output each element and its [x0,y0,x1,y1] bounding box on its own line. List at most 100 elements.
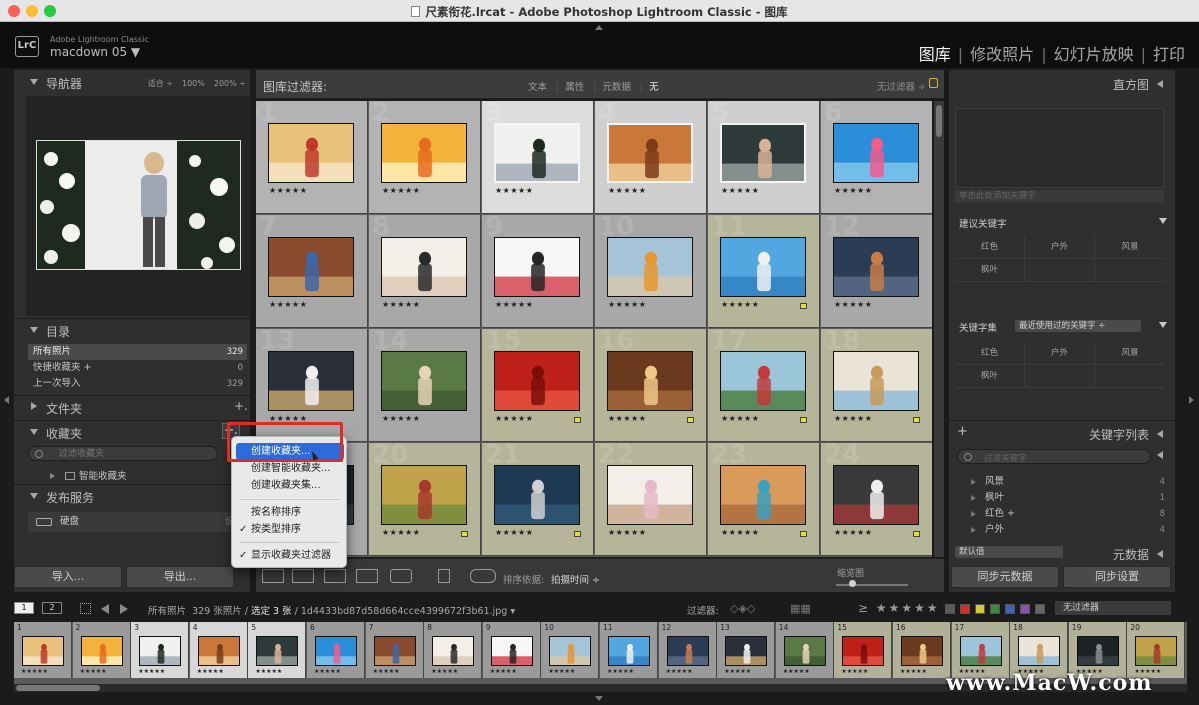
compare-view-icon[interactable] [324,569,346,583]
rating-stars[interactable]: ★★★★★ [834,186,872,195]
module-library[interactable]: 图库 [919,45,951,64]
metadata-header[interactable]: 元数据 [949,542,1175,564]
grid-cell[interactable]: 6 ★★★★★ [821,101,932,214]
filmstrip-thumbnail[interactable] [901,636,943,666]
sync-metadata-button[interactable]: 同步元数据 [951,566,1059,588]
grid-thumbnail[interactable] [268,123,354,183]
color-label-badge[interactable] [574,531,581,537]
keyword-set-word[interactable]: 户外 [1025,342,1095,365]
rating-stars[interactable]: ★★★★★ [382,300,420,309]
keyword-list-header[interactable]: + 关键字列表 [949,422,1175,444]
filmstrip-thumbnail[interactable] [315,636,357,666]
filmstrip-thumbnail[interactable] [725,636,768,666]
grid-thumbnail[interactable] [720,123,806,183]
rating-filter[interactable]: ≥ ★★★★★ [858,601,940,615]
color-label-filter-none[interactable] [945,604,955,614]
forward-arrow-icon[interactable] [120,604,128,614]
color-label-badge[interactable] [800,531,807,537]
grid-cell[interactable]: 23 ★★★★★ [708,440,820,556]
filmstrip-cell[interactable]: 5 ★★★★★ [248,622,307,678]
filmstrip-cell[interactable]: 1 ★★★★★ [14,622,72,678]
filmstrip-cell[interactable]: 6 ★★★★★ [307,622,365,678]
keyword-set-word[interactable]: 红色 [955,342,1025,365]
grid-cell[interactable]: 21 ★★★★★ [482,440,594,556]
filmstrip-thumbnail[interactable] [842,636,885,666]
filmstrip-cell[interactable]: 4 ★★★★★ [189,622,248,678]
navigator-preview[interactable] [26,96,251,316]
sort-select[interactable]: 拍摄时间 ÷ [551,572,600,586]
grid-thumbnail[interactable] [494,123,580,183]
grid-cell[interactable]: 12 ★★★★★ [821,212,932,328]
rating-stars[interactable]: ★★★★★ [721,186,759,195]
filmstrip-thumbnail[interactable] [373,636,416,666]
filmstrip-cell[interactable]: 14 ★★★★★ [775,622,834,678]
color-label-badge[interactable] [913,417,920,423]
keyword-filter-toggle-icon[interactable] [1157,451,1163,459]
keyword-set-word[interactable]: 枫叶 [955,365,1025,388]
grid-cell[interactable]: 5 ★★★★★ [708,101,820,214]
grid-thumbnail[interactable] [494,351,580,411]
rating-stars[interactable]: ★★★★★ [834,528,872,537]
grid-thumbnail[interactable] [607,465,693,525]
grid-cell[interactable]: 9 ★★★★★ [482,212,594,328]
rating-stars[interactable]: ★★★★★ [382,528,420,537]
module-print[interactable]: 打印 [1153,45,1185,64]
keyword-filter[interactable]: 过滤关键字 [957,449,1151,464]
filter-preset-select[interactable]: 无过滤器 ÷ [877,79,926,93]
rating-stars[interactable]: ★★★★★ [495,414,533,423]
grid-cell[interactable]: 16 ★★★★★ [595,326,707,442]
filmstrip-thumbnail[interactable] [139,636,182,666]
keyword-list-item[interactable]: 户外 4 [971,522,1167,538]
back-arrow-icon[interactable] [101,604,109,614]
people-view-icon[interactable] [390,569,412,583]
rating-stars[interactable]: ★★★★★ [495,528,533,537]
grid-cell[interactable]: 3 ★★★★★ [482,101,594,214]
grid-thumbnail[interactable] [607,237,693,297]
rating-stars[interactable]: ★★★★★ [382,186,420,195]
filmstrip-cell[interactable]: 3 ★★★★★ [131,622,190,678]
filmstrip-cell[interactable]: 15 ★★★★★ [834,622,893,678]
grid-thumbnail[interactable] [607,123,693,183]
grid-cell[interactable]: 17 ★★★★★ [708,326,820,442]
grid-cell[interactable]: 4 ★★★★★ [595,101,707,214]
grid-mode-icon[interactable] [80,603,91,614]
rating-stars[interactable]: ★★★★★ [269,300,307,309]
rating-stars[interactable]: ★★★★★ [495,300,533,309]
filter-tab-attribute[interactable]: 属性 [565,82,584,93]
keyword-set-word[interactable]: 风景 [1095,342,1165,365]
module-develop[interactable]: 修改照片 [970,45,1034,64]
grid-thumbnail[interactable] [833,465,919,525]
spray-painter-icon[interactable] [438,569,450,583]
identity-user-menu[interactable]: macdown 05 ▼ [50,45,140,59]
rating-stars[interactable]: ★★★★★ [721,300,759,309]
keyword-list-item[interactable]: 枫叶 1 [971,490,1167,506]
grid-view-icon[interactable] [262,569,284,583]
keyword-list-item[interactable]: 风景 4 [971,474,1167,490]
filmstrip-thumbnail[interactable] [197,636,240,666]
menu-sort-by-kind[interactable]: ✓ 按类型排序 [236,521,344,538]
filmstrip-thumbnail[interactable] [666,636,709,666]
filmstrip-thumbnail[interactable] [80,636,123,666]
grid-thumbnail[interactable] [607,351,693,411]
filmstrip-thumbnail[interactable] [608,636,650,666]
rating-stars[interactable]: ★★★★★ [608,414,646,423]
rating-stars[interactable]: ★★★★★ [608,300,646,309]
suggested-keyword[interactable]: 户外 [1025,236,1095,259]
menu-show-collection-filter[interactable]: ✓ 显示收藏夹过滤器 [236,547,344,564]
keyword-list-add-button[interactable]: + [957,424,968,439]
grid-cell[interactable]: 10 ★★★★★ [595,212,707,328]
catalog-quick-collection[interactable]: 快捷收藏夹 + 0 [28,360,247,376]
keyword-tag-input[interactable]: 单击此处添加关键字 [955,190,1164,203]
grid-thumbnail[interactable] [720,351,806,411]
rating-stars[interactable]: ★★★★★ [721,414,759,423]
color-label-filter-red[interactable] [960,604,970,614]
histogram-header[interactable]: 直方图 [949,72,1175,94]
zoom-200-option[interactable]: 200% ÷ [214,79,246,88]
grid-thumbnail[interactable] [268,237,354,297]
grid-cell[interactable]: 24 ★★★★★ [821,440,932,556]
rating-stars[interactable]: ★★★★★ [834,414,872,423]
grid-cell[interactable]: 15 ★★★★★ [482,326,594,442]
menu-create-smart-collection[interactable]: 创建智能收藏夹... [236,460,344,477]
color-label-filter-blue[interactable] [1005,604,1015,614]
publish-services-header[interactable]: 发布服务 [14,486,250,508]
